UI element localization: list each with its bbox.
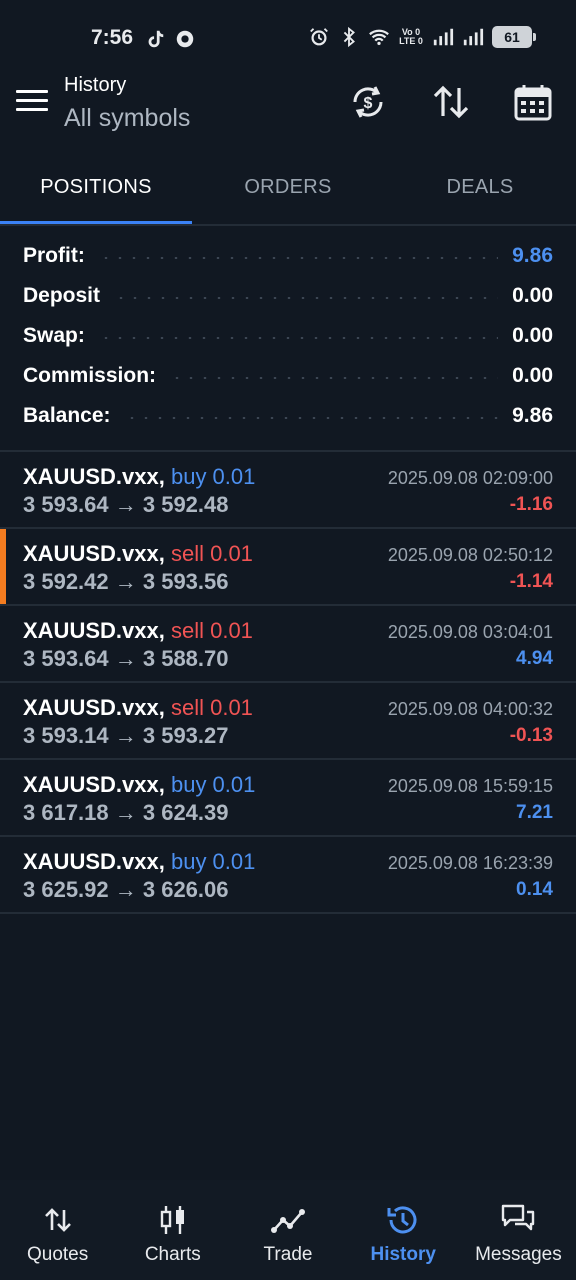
wifi-icon: [368, 26, 390, 48]
sort-icon[interactable]: [431, 82, 471, 122]
currency-exchange-icon[interactable]: $: [348, 82, 388, 122]
deal-time: 2025.09.08 04:00:32: [387, 699, 553, 719]
tabs-divider: [0, 224, 576, 226]
deal-time: 2025.09.08 02:50:12: [387, 545, 553, 565]
deal-side: sell 0.01: [170, 695, 253, 720]
deal-profit: 0.14: [516, 879, 553, 900]
arrows-updown-icon: [40, 1202, 76, 1238]
nav-quotes[interactable]: Quotes: [0, 1180, 115, 1280]
deal-prices: 3 625.92 → 3 626.06: [23, 877, 229, 902]
tiktok-icon: [144, 28, 166, 50]
deal-side: buy 0.01: [170, 464, 256, 489]
bluetooth-icon: [338, 26, 360, 48]
summary-row-deposit: Deposit 0.00: [23, 284, 553, 307]
deal-prices: 3 592.42 → 3 593.56: [23, 569, 229, 594]
deal-profit: 7.21: [516, 802, 553, 823]
chat-bubbles-icon: [500, 1202, 536, 1238]
status-bar: 7:56 Vo 0 LTE 0 61: [0, 0, 576, 76]
deal-symbol: XAUUSD.vxx,: [23, 772, 165, 797]
signal-icon-2: [462, 26, 484, 48]
deal-side: sell 0.01: [170, 541, 253, 566]
list-item[interactable]: XAUUSD.vxx, sell 0.01 3 593.14 → 3 593.2…: [0, 683, 576, 760]
deal-time: 2025.09.08 16:23:39: [387, 853, 553, 873]
positions-list: XAUUSD.vxx, buy 0.01 3 593.64 → 3 592.48…: [0, 452, 576, 914]
list-item[interactable]: XAUUSD.vxx, buy 0.01 3 617.18 → 3 624.39…: [0, 760, 576, 837]
nav-charts[interactable]: Charts: [115, 1180, 230, 1280]
deal-prices: 3 593.64 → 3 588.70: [23, 646, 229, 671]
nav-trade[interactable]: Trade: [230, 1180, 345, 1280]
deal-prices: 3 617.18 → 3 624.39: [23, 800, 229, 825]
deal-symbol: XAUUSD.vxx,: [23, 541, 165, 566]
app-notification-icon: [174, 28, 196, 50]
summary-row-swap: Swap: 0.00: [23, 324, 553, 347]
deal-time: 2025.09.08 02:09:00: [387, 468, 553, 488]
deal-symbol: XAUUSD.vxx,: [23, 618, 165, 643]
status-time: 7:56: [91, 26, 134, 49]
deal-profit: 4.94: [516, 648, 553, 669]
svg-text:$: $: [364, 95, 373, 112]
list-item[interactable]: XAUUSD.vxx, sell 0.01 3 593.64 → 3 588.7…: [0, 606, 576, 683]
deal-time: 2025.09.08 15:59:15: [387, 776, 553, 796]
deal-side: buy 0.01: [170, 772, 256, 797]
summary-row-profit: Profit: 9.86: [23, 244, 553, 267]
nav-history[interactable]: History: [346, 1180, 461, 1280]
trend-line-icon: [270, 1202, 306, 1238]
page-title: History: [64, 74, 127, 96]
battery-indicator: 61: [492, 26, 536, 48]
profit-value: 9.86: [512, 244, 553, 267]
deal-symbol: XAUUSD.vxx,: [23, 464, 165, 489]
deal-side: buy 0.01: [170, 849, 256, 874]
deal-prices: 3 593.14 → 3 593.27: [23, 723, 229, 748]
history-clock-icon: [385, 1202, 421, 1238]
history-tabs: POSITIONS ORDERS DEALS: [0, 160, 576, 224]
summary-row-commission: Commission: 0.00: [23, 364, 553, 387]
deal-side: sell 0.01: [170, 618, 253, 643]
deal-profit: -1.16: [509, 494, 553, 515]
nav-messages[interactable]: Messages: [461, 1180, 576, 1280]
bottom-navigation: Quotes Charts Trade History Messages: [0, 1180, 576, 1280]
list-item[interactable]: XAUUSD.vxx, sell 0.01 3 592.42 → 3 593.5…: [0, 529, 576, 606]
summary-panel: Profit: 9.86 Deposit 0.00 Swap: 0.00 Com…: [0, 236, 576, 436]
list-item[interactable]: XAUUSD.vxx, buy 0.01 3 593.64 → 3 592.48…: [0, 452, 576, 529]
signal-icon-1: [432, 26, 454, 48]
hamburger-menu-icon[interactable]: [16, 90, 48, 114]
tab-positions[interactable]: POSITIONS: [0, 160, 192, 224]
app-bar: History All symbols $: [0, 72, 576, 152]
tab-orders[interactable]: ORDERS: [192, 160, 384, 224]
tab-deals[interactable]: DEALS: [384, 160, 576, 224]
deposit-value: 0.00: [512, 284, 553, 307]
candlestick-icon: [155, 1202, 191, 1238]
swap-value: 0.00: [512, 324, 553, 347]
deal-prices: 3 593.64 → 3 592.48: [23, 492, 229, 517]
alarm-icon: [308, 26, 330, 48]
commission-value: 0.00: [512, 364, 553, 387]
deal-symbol: XAUUSD.vxx,: [23, 849, 165, 874]
symbol-filter[interactable]: All symbols: [64, 104, 190, 133]
deal-profit: -1.14: [509, 571, 553, 592]
deal-symbol: XAUUSD.vxx,: [23, 695, 165, 720]
deal-time: 2025.09.08 03:04:01: [387, 622, 553, 642]
balance-value: 9.86: [512, 404, 553, 427]
network-type-label: Vo 0 LTE 0: [399, 27, 423, 46]
deal-profit: -0.13: [509, 725, 553, 746]
summary-row-balance: Balance: 9.86: [23, 404, 553, 427]
list-item[interactable]: XAUUSD.vxx, buy 0.01 3 625.92 → 3 626.06…: [0, 837, 576, 914]
calendar-icon[interactable]: [513, 82, 553, 122]
